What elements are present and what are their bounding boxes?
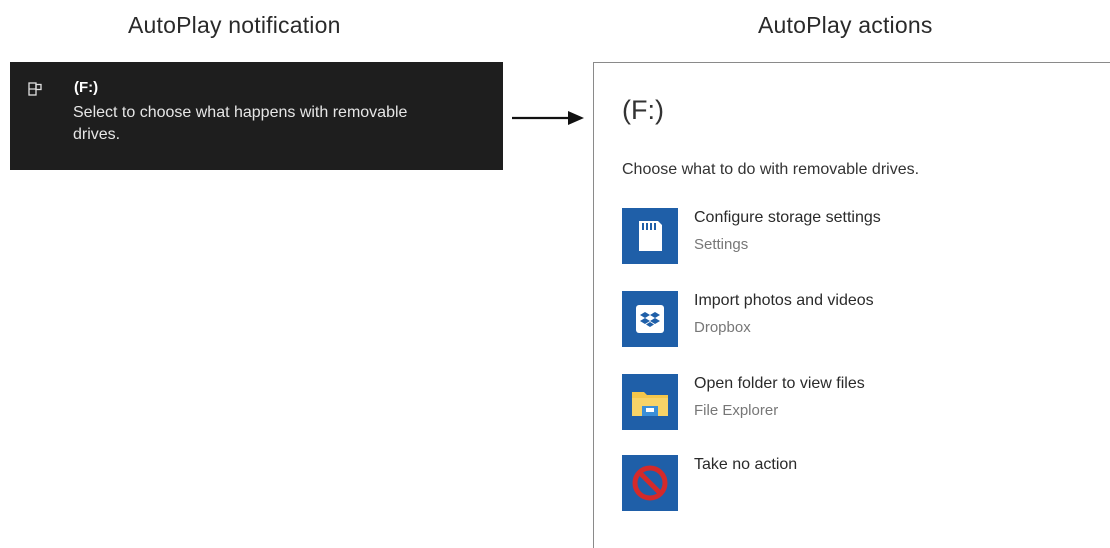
caption-autoplay-notification: AutoPlay notification (128, 12, 341, 38)
action-take-no-action[interactable]: Take no action (622, 455, 1062, 515)
action-subtitle: Dropbox (694, 319, 751, 336)
panel-subtitle: Choose what to do with removable drives. (622, 161, 920, 178)
action-title: Open folder to view files (694, 375, 865, 392)
dropbox-icon (622, 291, 678, 347)
action-import-photos-and-videos[interactable]: Import photos and videos Dropbox (622, 291, 1062, 351)
action-subtitle: Settings (694, 236, 749, 253)
caption-autoplay-actions: AutoPlay actions (758, 12, 933, 38)
autoplay-actions-panel: (F:) Choose what to do with removable dr… (593, 62, 1110, 548)
action-title: Configure storage settings (694, 209, 881, 226)
folder-icon (622, 374, 678, 430)
autoplay-notification-toast[interactable]: (F:) Select to choose what happens with … (10, 62, 503, 170)
arrow-right-icon (512, 111, 584, 125)
sd-card-icon (622, 208, 678, 264)
action-subtitle: File Explorer (694, 402, 779, 419)
notification-title: (F:) (74, 79, 99, 96)
drive-icon (28, 82, 42, 96)
action-title: Take no action (694, 456, 798, 473)
no-action-icon (622, 455, 678, 511)
action-configure-storage-settings[interactable]: Configure storage settings Settings (622, 208, 1062, 268)
panel-title: (F:) (622, 95, 664, 125)
notification-message: Select to choose what happens with remov… (73, 104, 408, 143)
action-open-folder-to-view-files[interactable]: Open folder to view files File Explorer (622, 374, 1062, 434)
action-title: Import photos and videos (694, 292, 874, 309)
